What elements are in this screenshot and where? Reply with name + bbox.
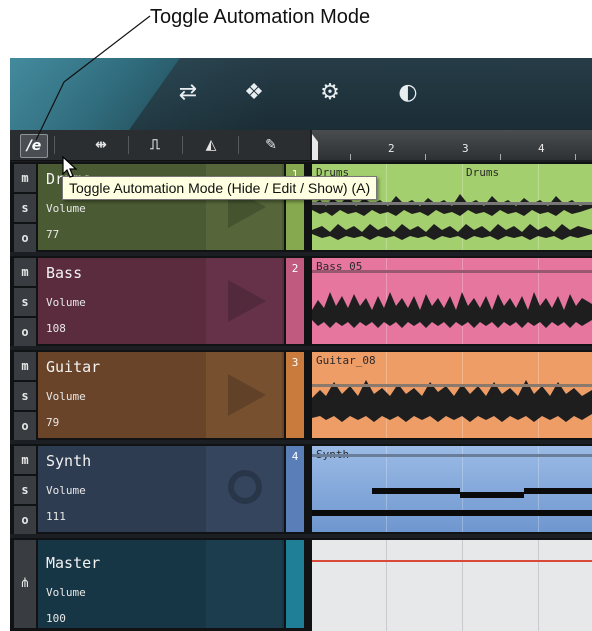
- master-lane[interactable]: [312, 540, 592, 631]
- automation-param: Volume: [46, 390, 86, 403]
- track-number: 4: [286, 446, 304, 532]
- track-name: Bass: [46, 264, 83, 282]
- automation-mode-button[interactable]: /e: [20, 134, 48, 158]
- master-color-strip: [286, 540, 304, 628]
- track-header[interactable]: Master Volume 100: [38, 540, 284, 628]
- tooltip: Toggle Automation Mode (Hide / Edit / Sh…: [62, 176, 378, 200]
- metronome-tool-button[interactable]: ◭: [198, 134, 224, 156]
- automation-value: 111: [46, 510, 66, 523]
- automation-line[interactable]: [312, 384, 592, 387]
- automation-value: 79: [46, 416, 60, 429]
- automation-param: Volume: [46, 296, 86, 309]
- midi-notes: [312, 488, 592, 516]
- pencil-tool-button[interactable]: ✎: [258, 134, 284, 156]
- mute-button[interactable]: m: [14, 164, 36, 192]
- automation-line[interactable]: [312, 202, 592, 205]
- top-bar: ⇄ ❖ ⚙ ◐: [10, 58, 592, 130]
- track-number: 3: [286, 352, 304, 438]
- clip-name-2: Drums: [466, 166, 500, 179]
- ruler-bar-2: 2: [388, 142, 395, 155]
- solo-button[interactable]: s: [14, 288, 36, 316]
- mute-button[interactable]: m: [14, 258, 36, 286]
- track-master[interactable]: ⋔ Master Volume 100: [10, 538, 592, 631]
- automation-param: Volume: [46, 202, 86, 215]
- clip-guitar[interactable]: Guitar_08: [312, 352, 592, 438]
- automation-value: 100: [46, 612, 66, 625]
- automation-line[interactable]: [312, 560, 592, 562]
- track-synth[interactable]: m s o Synth Volume 111 4 Synth: [10, 444, 592, 534]
- ruler-bar-4: 4: [538, 142, 545, 155]
- solo-button[interactable]: s: [14, 382, 36, 410]
- track-header[interactable]: Bass Volume 108: [38, 258, 284, 344]
- master-routing-icon[interactable]: ⋔: [14, 540, 36, 628]
- mute-button[interactable]: m: [14, 352, 36, 380]
- automation-param: Volume: [46, 586, 86, 599]
- automation-line[interactable]: [312, 454, 592, 457]
- solo-button[interactable]: s: [14, 476, 36, 504]
- step-tool-button[interactable]: ⎍: [142, 134, 168, 156]
- clip-bass[interactable]: Bass_05: [312, 258, 592, 344]
- clip-name: Guitar_08: [316, 354, 376, 367]
- ruler-bar-3: 3: [462, 142, 469, 155]
- automation-value: 77: [46, 228, 60, 241]
- automation-line[interactable]: [312, 270, 592, 273]
- ruler-start-marker[interactable]: [312, 134, 318, 160]
- record-button[interactable]: o: [14, 506, 36, 534]
- track-header[interactable]: Guitar Volume 79: [38, 352, 284, 438]
- record-button[interactable]: o: [14, 224, 36, 252]
- track-name: Master: [46, 554, 101, 572]
- track-name: Guitar: [46, 358, 101, 376]
- speed-icon[interactable]: ◐: [390, 76, 426, 110]
- app-window: ⇄ ❖ ⚙ ◐ /e ⇹ ⎍ ◭ ✎ 2 3 4 m s o Dru: [10, 58, 592, 631]
- automation-param: Volume: [46, 484, 86, 497]
- cube-icon[interactable]: ❖: [236, 76, 272, 110]
- mouse-pointer-icon: [62, 156, 78, 178]
- clip-synth[interactable]: Synth: [312, 446, 592, 532]
- solo-button[interactable]: s: [14, 194, 36, 222]
- split-tool-button[interactable]: ⇹: [88, 134, 114, 156]
- record-button[interactable]: o: [14, 318, 36, 346]
- track-guitar[interactable]: m s o Guitar Volume 79 3 Guitar_08: [10, 350, 592, 440]
- mixer-icon[interactable]: ⇄: [170, 76, 206, 110]
- synth-icon: [228, 470, 262, 504]
- gear-icon[interactable]: ⚙: [312, 76, 348, 110]
- track-bass[interactable]: m s o Bass Volume 108 2 Bass_05: [10, 256, 592, 346]
- callout-label: Toggle Automation Mode: [150, 6, 371, 28]
- waveform: [312, 380, 592, 422]
- track-number: 2: [286, 258, 304, 344]
- tool-bar: /e ⇹ ⎍ ◭ ✎: [10, 130, 310, 161]
- track-header[interactable]: Synth Volume 111: [38, 446, 284, 532]
- timeline-ruler[interactable]: 2 3 4: [312, 130, 592, 160]
- record-button[interactable]: o: [14, 412, 36, 440]
- waveform: [312, 292, 592, 328]
- track-name: Synth: [46, 452, 92, 470]
- automation-value: 108: [46, 322, 66, 335]
- mute-button[interactable]: m: [14, 446, 36, 474]
